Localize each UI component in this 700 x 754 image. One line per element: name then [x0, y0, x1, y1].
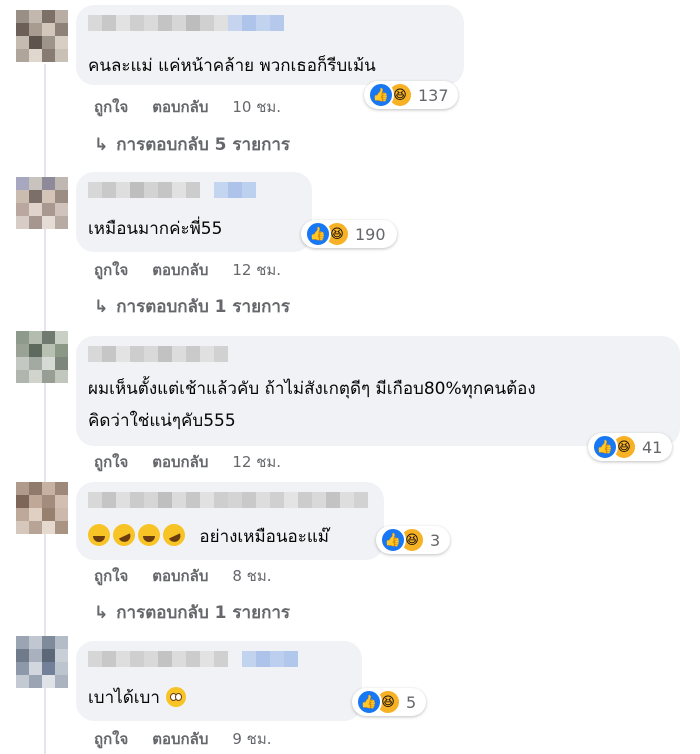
author-name-blurred[interactable] [88, 15, 284, 31]
comment-text: อย่างเหมือนอะแม๊ [88, 520, 329, 552]
comment-bubble: เหมือนมากค่ะพี่55 [76, 172, 312, 252]
rofl-emoji-icon [159, 520, 189, 550]
reaction-count: 137 [418, 85, 449, 105]
grin-sweat-emoji-icon [138, 524, 160, 546]
reply-arrow-icon: ↳ [94, 603, 109, 623]
reaction-summary[interactable]: 👍 😆 190 [301, 220, 397, 248]
reply-button[interactable]: ตอบกลับ [152, 729, 208, 749]
comment-text: เหมือนมากค่ะพี่55 [88, 219, 223, 239]
like-button[interactable]: ถูกใจ [94, 729, 128, 749]
avatar[interactable] [16, 331, 68, 383]
avatar[interactable] [16, 482, 68, 534]
like-button[interactable]: ถูกใจ [94, 566, 128, 586]
reply-button[interactable]: ตอบกลับ [152, 566, 208, 586]
grin-sweat-emoji-icon [88, 524, 110, 546]
timestamp[interactable]: 9 ชม. [232, 729, 271, 749]
timestamp[interactable]: 10 ชม. [232, 97, 281, 117]
comment-actions: ถูกใจ ตอบกลับ 9 ชม. [94, 729, 296, 749]
comment-actions: ถูกใจ ตอบกลับ 12 ชม. [94, 260, 305, 280]
reply-arrow-icon: ↳ [94, 135, 109, 155]
timestamp[interactable]: 8 ชม. [232, 566, 271, 586]
comment-text: คิดว่าใช่แน่ๆคับ555 [88, 411, 236, 431]
reaction-count: 3 [430, 530, 441, 550]
reaction-count: 41 [642, 437, 663, 457]
comment-bubble: อย่างเหมือนอะแม๊ [76, 482, 384, 560]
reply-arrow-icon: ↳ [94, 297, 109, 317]
like-reaction-icon: 👍 [368, 82, 394, 108]
like-reaction-icon: 👍 [592, 434, 618, 460]
comment-actions: ถูกใจ ตอบกลับ 10 ชม. [94, 97, 305, 117]
author-name-blurred[interactable] [88, 492, 368, 508]
reaction-count: 5 [406, 692, 417, 712]
like-button[interactable]: ถูกใจ [94, 452, 128, 472]
comment-actions: ถูกใจ ตอบกลับ 8 ชม. [94, 566, 296, 586]
author-name-blurred[interactable] [88, 651, 298, 667]
reaction-summary[interactable]: 👍 😆 5 [352, 688, 426, 716]
comment-bubble: ผมเห็นตั้งแต่เช้าแล้วคับ ถ้าไม่สังเกตุดี… [76, 336, 680, 446]
like-reaction-icon: 👍 [305, 221, 331, 247]
pleading-face-emoji-icon [165, 687, 186, 707]
avatar[interactable] [16, 10, 68, 62]
like-reaction-icon: 👍 [356, 689, 382, 715]
comment-text: คนละแม่ แค่หน้าคล้าย พวกเธอก็รีบเม้น [88, 56, 376, 76]
reaction-summary[interactable]: 👍 😆 137 [364, 81, 458, 109]
reply-button[interactable]: ตอบกลับ [152, 97, 208, 117]
timestamp[interactable]: 12 ชม. [232, 452, 281, 472]
comment-text: เบาได้เบา [88, 683, 186, 713]
timestamp[interactable]: 12 ชม. [232, 260, 281, 280]
like-button[interactable]: ถูกใจ [94, 260, 128, 280]
view-replies-link[interactable]: ↳ การตอบกลับ 5 รายการ [94, 134, 290, 156]
like-button[interactable]: ถูกใจ [94, 97, 128, 117]
author-name-blurred[interactable] [88, 182, 256, 198]
rofl-emoji-icon [109, 520, 139, 550]
reply-button[interactable]: ตอบกลับ [152, 452, 208, 472]
reaction-summary[interactable]: 👍 😆 41 [588, 433, 672, 461]
author-name-blurred[interactable] [88, 346, 228, 362]
like-reaction-icon: 👍 [380, 527, 406, 553]
comment-bubble: เบาได้เบา [76, 641, 362, 721]
avatar[interactable] [16, 636, 68, 688]
comment-bubble: คนละแม่ แค่หน้าคล้าย พวกเธอก็รีบเม้น [76, 5, 464, 85]
avatar[interactable] [16, 177, 68, 229]
view-replies-link[interactable]: ↳ การตอบกลับ 1 รายการ [94, 296, 290, 318]
comment-actions: ถูกใจ ตอบกลับ 12 ชม. [94, 452, 305, 472]
reaction-summary[interactable]: 👍 😆 3 [376, 526, 450, 554]
reply-button[interactable]: ตอบกลับ [152, 260, 208, 280]
comment-text: ผมเห็นตั้งแต่เช้าแล้วคับ ถ้าไม่สังเกตุดี… [88, 379, 536, 399]
reaction-count: 190 [355, 224, 386, 244]
view-replies-link[interactable]: ↳ การตอบกลับ 1 รายการ [94, 602, 290, 624]
